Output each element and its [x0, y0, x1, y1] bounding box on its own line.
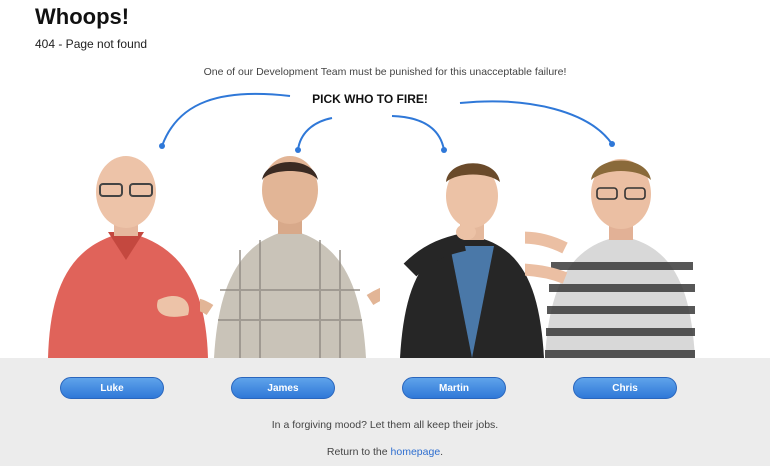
- arrow-dot-luke: [159, 143, 165, 149]
- person-photo-james[interactable]: [155, 150, 412, 358]
- homepage-link[interactable]: homepage: [391, 446, 441, 458]
- arrow-martin: [391, 115, 445, 151]
- fire-luke-button[interactable]: Luke: [60, 377, 164, 399]
- return-suffix: .: [440, 446, 444, 458]
- fire-martin-button[interactable]: Martin: [402, 377, 506, 399]
- return-line: Return to the homepage.: [0, 446, 770, 458]
- arrow-chris: [459, 100, 613, 145]
- action-panel: Luke James Martin Chris In a forgiving m…: [0, 358, 770, 466]
- fire-chris-button[interactable]: Chris: [573, 377, 677, 399]
- return-prefix: Return to the: [326, 446, 391, 458]
- person-photo-chris[interactable]: [494, 150, 705, 358]
- fire-james-button[interactable]: James: [231, 377, 335, 399]
- arrow-james: [297, 117, 333, 151]
- arrow-luke: [161, 92, 291, 147]
- forgive-text: In a forgiving mood? Let them all keep t…: [271, 419, 499, 431]
- arrow-dot-chris: [609, 141, 615, 147]
- person-photo-luke[interactable]: [38, 150, 218, 358]
